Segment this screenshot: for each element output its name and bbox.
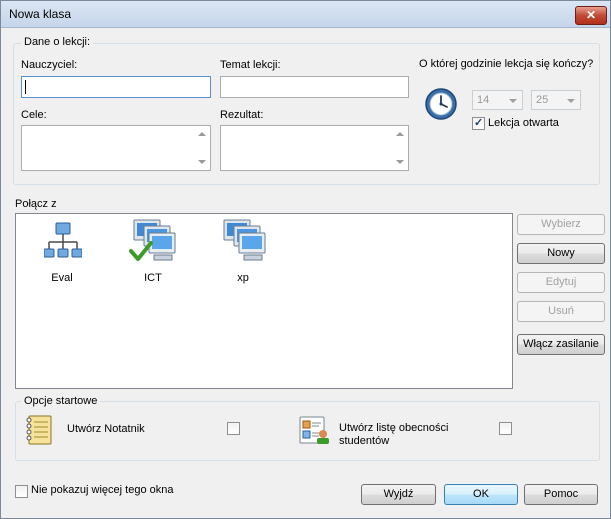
delete-button[interactable]: Usuń — [517, 301, 605, 322]
exit-button[interactable]: Wyjdź — [361, 484, 436, 505]
ok-button[interactable]: OK — [444, 484, 518, 505]
notebook-checkbox[interactable] — [227, 422, 240, 435]
network-icon — [44, 222, 82, 258]
list-item-eval[interactable]: Eval — [27, 219, 97, 289]
close-icon: ✕ — [585, 8, 597, 22]
new-button[interactable]: Nowy — [517, 243, 605, 264]
teacher-label: Nauczyciel: — [21, 59, 78, 71]
scroll-down-icon[interactable] — [198, 160, 206, 164]
chevron-down-icon — [567, 99, 575, 103]
result-label: Rezultat: — [220, 109, 264, 121]
computer-group-checked-icon — [129, 219, 176, 261]
title-bar[interactable]: Nowa klasa ✕ — [1, 1, 610, 28]
item-label: ICT — [144, 272, 162, 284]
goals-label: Cele: — [21, 109, 47, 121]
scroll-up-icon[interactable] — [396, 132, 404, 136]
hour-select[interactable]: 14 — [472, 90, 523, 110]
minute-select[interactable]: 25 — [531, 90, 581, 110]
hour-value: 14 — [477, 94, 490, 106]
dont-show-checkbox[interactable] — [15, 485, 28, 498]
notebook-icon — [26, 415, 52, 445]
attendance-label-line2: studentów — [339, 435, 390, 447]
close-button[interactable]: ✕ — [575, 6, 607, 25]
computer-group-icon — [223, 219, 266, 261]
attendance-checkbox[interactable] — [499, 422, 512, 435]
item-label: xp — [237, 272, 249, 284]
item-label: Eval — [51, 272, 73, 284]
edit-button[interactable]: Edytuj — [517, 272, 605, 293]
checkmark-icon: ✓ — [474, 117, 484, 129]
power-on-button[interactable]: Włącz zasilanie — [517, 334, 605, 355]
topic-input[interactable] — [220, 76, 409, 98]
result-textarea[interactable] — [220, 125, 409, 171]
lesson-details-legend: Dane o lekcji: — [21, 36, 94, 48]
teacher-input[interactable] — [21, 76, 211, 98]
notebook-label: Utwórz Notatnik — [67, 423, 145, 435]
text-caret — [25, 80, 26, 94]
topic-label: Temat lekcji: — [220, 59, 281, 71]
window-title: Nowa klasa — [9, 7, 72, 21]
select-button[interactable]: Wybierz — [517, 214, 605, 235]
connect-label: Połącz z — [15, 198, 57, 210]
chevron-down-icon — [509, 99, 517, 103]
list-item-ict[interactable]: ICT — [118, 219, 188, 289]
scroll-up-icon[interactable] — [198, 132, 206, 136]
help-button[interactable]: Pomoc — [524, 484, 598, 505]
goals-scrollbar[interactable] — [195, 126, 210, 170]
minute-value: 25 — [536, 94, 549, 106]
clock-icon — [425, 88, 457, 120]
dialog-window: Nowa klasa ✕ Dane o lekcji: Nauczyciel: … — [0, 0, 611, 519]
end-time-label: O której godzinie lekcja się kończy? — [419, 58, 594, 70]
connect-list[interactable]: Eval ICT xp — [15, 213, 513, 389]
attendance-list-icon — [299, 416, 329, 444]
dont-show-label: Nie pokazuj więcej tego okna — [31, 484, 174, 496]
goals-textarea[interactable] — [21, 125, 211, 171]
list-item-xp[interactable]: xp — [208, 219, 278, 289]
result-scrollbar[interactable] — [393, 126, 408, 170]
open-lesson-label: Lekcja otwarta — [488, 117, 559, 129]
startup-options-legend: Opcje startowe — [21, 395, 101, 407]
scroll-down-icon[interactable] — [396, 160, 404, 164]
open-lesson-checkbox[interactable]: ✓ — [472, 117, 485, 130]
attendance-label-line1: Utwórz listę obecności — [339, 422, 449, 434]
